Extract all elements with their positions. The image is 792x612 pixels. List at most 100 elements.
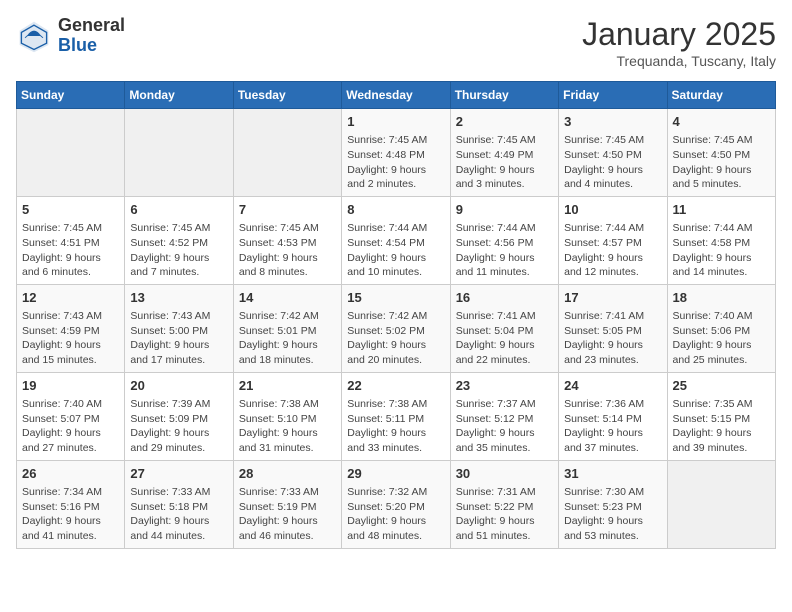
day-number: 5 [22, 201, 119, 219]
logo: General Blue [16, 16, 125, 56]
day-info: Sunrise: 7:43 AM Sunset: 4:59 PM Dayligh… [22, 309, 119, 368]
calendar-cell: 20Sunrise: 7:39 AM Sunset: 5:09 PM Dayli… [125, 372, 233, 460]
weekday-header-monday: Monday [125, 82, 233, 109]
title-block: January 2025 Trequanda, Tuscany, Italy [582, 16, 776, 69]
day-number: 23 [456, 377, 553, 395]
day-number: 28 [239, 465, 336, 483]
day-info: Sunrise: 7:45 AM Sunset: 4:53 PM Dayligh… [239, 221, 336, 280]
calendar-cell: 10 Sunrise: 7:44 AM Sunset: 4:57 PM Dayli… [559, 196, 667, 284]
day-number: 7 [239, 201, 336, 219]
location-subtitle: Trequanda, Tuscany, Italy [582, 53, 776, 69]
calendar-cell: 2 Sunrise: 7:45 AM Sunset: 4:49 PM Daylig… [450, 109, 558, 197]
day-info: Sunrise: 7:44 AM Sunset: 4:54 PM Dayligh… [347, 221, 444, 280]
day-info: Sunrise: 7:40 AM Sunset: 5:07 PM Dayligh… [22, 397, 119, 456]
day-info: Sunrise: 7:35 AM Sunset: 5:15 PM Dayligh… [673, 397, 770, 456]
day-info: Sunrise: 7:38 AM Sunset: 5:10 PM Dayligh… [239, 397, 336, 456]
weekday-header-thursday: Thursday [450, 82, 558, 109]
day-number: 15 [347, 289, 444, 307]
calendar-cell: 4Sunrise: 7:45 AM Sunset: 4:50 PM Daylig… [667, 109, 775, 197]
day-info: Sunrise: 7:45 AM Sunset: 4:49 PM Dayligh… [456, 133, 553, 192]
calendar-week-1: 1Sunrise: 7:45 AM Sunset: 4:48 PM Daylig… [17, 109, 776, 197]
calendar-cell: 28 Sunrise: 7:33 AM Sunset: 5:19 PM Dayli… [233, 460, 341, 548]
day-info: Sunrise: 7:30 AM Sunset: 5:23 PM Dayligh… [564, 485, 661, 544]
weekday-header-saturday: Saturday [667, 82, 775, 109]
calendar-cell: 6 Sunrise: 7:45 AM Sunset: 4:52 PM Daylig… [125, 196, 233, 284]
day-info: Sunrise: 7:45 AM Sunset: 4:52 PM Dayligh… [130, 221, 227, 280]
day-number: 6 [130, 201, 227, 219]
calendar-cell: 18 Sunrise: 7:40 AM Sunset: 5:06 PM Dayli… [667, 284, 775, 372]
calendar-week-5: 26 Sunrise: 7:34 AM Sunset: 5:16 PM Dayli… [17, 460, 776, 548]
day-info: Sunrise: 7:45 AM Sunset: 4:50 PM Dayligh… [564, 133, 661, 192]
day-info: Sunrise: 7:44 AM Sunset: 4:58 PM Dayligh… [673, 221, 770, 280]
day-info: Sunrise: 7:42 AM Sunset: 5:02 PM Dayligh… [347, 309, 444, 368]
calendar-cell: 7 Sunrise: 7:45 AM Sunset: 4:53 PM Daylig… [233, 196, 341, 284]
day-number: 12 [22, 289, 119, 307]
day-number: 13 [130, 289, 227, 307]
day-number: 8 [347, 201, 444, 219]
day-number: 24 [564, 377, 661, 395]
calendar-cell: 15 Sunrise: 7:42 AM Sunset: 5:02 PM Dayli… [342, 284, 450, 372]
calendar-cell [233, 109, 341, 197]
day-info: Sunrise: 7:38 AM Sunset: 5:11 PM Dayligh… [347, 397, 444, 456]
calendar-week-2: 5Sunrise: 7:45 AM Sunset: 4:51 PM Daylig… [17, 196, 776, 284]
day-number: 2 [456, 113, 553, 131]
day-number: 26 [22, 465, 119, 483]
day-info: Sunrise: 7:32 AM Sunset: 5:20 PM Dayligh… [347, 485, 444, 544]
calendar-cell: 22 Sunrise: 7:38 AM Sunset: 5:11 PM Dayli… [342, 372, 450, 460]
calendar-cell: 8 Sunrise: 7:44 AM Sunset: 4:54 PM Daylig… [342, 196, 450, 284]
day-number: 30 [456, 465, 553, 483]
calendar-cell: 12 Sunrise: 7:43 AM Sunset: 4:59 PM Dayli… [17, 284, 125, 372]
day-info: Sunrise: 7:40 AM Sunset: 5:06 PM Dayligh… [673, 309, 770, 368]
day-info: Sunrise: 7:44 AM Sunset: 4:56 PM Dayligh… [456, 221, 553, 280]
calendar-table: SundayMondayTuesdayWednesdayThursdayFrid… [16, 81, 776, 549]
calendar-cell: 11 Sunrise: 7:44 AM Sunset: 4:58 PM Dayli… [667, 196, 775, 284]
day-number: 25 [673, 377, 770, 395]
day-number: 3 [564, 113, 661, 131]
day-number: 27 [130, 465, 227, 483]
day-info: Sunrise: 7:34 AM Sunset: 5:16 PM Dayligh… [22, 485, 119, 544]
calendar-cell: 13Sunrise: 7:43 AM Sunset: 5:00 PM Dayli… [125, 284, 233, 372]
calendar-cell: 3 Sunrise: 7:45 AM Sunset: 4:50 PM Daylig… [559, 109, 667, 197]
calendar-cell: 24 Sunrise: 7:36 AM Sunset: 5:14 PM Dayli… [559, 372, 667, 460]
calendar-cell: 1Sunrise: 7:45 AM Sunset: 4:48 PM Daylig… [342, 109, 450, 197]
day-number: 21 [239, 377, 336, 395]
calendar-cell: 9Sunrise: 7:44 AM Sunset: 4:56 PM Daylig… [450, 196, 558, 284]
calendar-week-3: 12 Sunrise: 7:43 AM Sunset: 4:59 PM Dayli… [17, 284, 776, 372]
day-number: 17 [564, 289, 661, 307]
calendar-cell: 23Sunrise: 7:37 AM Sunset: 5:12 PM Dayli… [450, 372, 558, 460]
weekday-header-friday: Friday [559, 82, 667, 109]
calendar-week-4: 19Sunrise: 7:40 AM Sunset: 5:07 PM Dayli… [17, 372, 776, 460]
page-header: General Blue January 2025 Trequanda, Tus… [16, 16, 776, 69]
calendar-cell: 31 Sunrise: 7:30 AM Sunset: 5:23 PM Dayli… [559, 460, 667, 548]
day-info: Sunrise: 7:39 AM Sunset: 5:09 PM Dayligh… [130, 397, 227, 456]
day-number: 16 [456, 289, 553, 307]
day-info: Sunrise: 7:44 AM Sunset: 4:57 PM Dayligh… [564, 221, 661, 280]
logo-icon [16, 18, 52, 54]
day-number: 4 [673, 113, 770, 131]
calendar-cell: 26 Sunrise: 7:34 AM Sunset: 5:16 PM Dayli… [17, 460, 125, 548]
calendar-cell: 29 Sunrise: 7:32 AM Sunset: 5:20 PM Dayli… [342, 460, 450, 548]
day-number: 22 [347, 377, 444, 395]
logo-general-text: General [58, 15, 125, 35]
day-info: Sunrise: 7:31 AM Sunset: 5:22 PM Dayligh… [456, 485, 553, 544]
calendar-cell: 25 Sunrise: 7:35 AM Sunset: 5:15 PM Dayli… [667, 372, 775, 460]
calendar-cell: 16 Sunrise: 7:41 AM Sunset: 5:04 PM Dayli… [450, 284, 558, 372]
day-info: Sunrise: 7:41 AM Sunset: 5:05 PM Dayligh… [564, 309, 661, 368]
day-number: 10 [564, 201, 661, 219]
calendar-cell [667, 460, 775, 548]
day-number: 18 [673, 289, 770, 307]
day-number: 14 [239, 289, 336, 307]
weekday-header-tuesday: Tuesday [233, 82, 341, 109]
day-info: Sunrise: 7:33 AM Sunset: 5:19 PM Dayligh… [239, 485, 336, 544]
day-number: 11 [673, 201, 770, 219]
weekday-header-wednesday: Wednesday [342, 82, 450, 109]
calendar-cell [125, 109, 233, 197]
day-info: Sunrise: 7:33 AM Sunset: 5:18 PM Dayligh… [130, 485, 227, 544]
day-info: Sunrise: 7:41 AM Sunset: 5:04 PM Dayligh… [456, 309, 553, 368]
day-number: 29 [347, 465, 444, 483]
day-number: 31 [564, 465, 661, 483]
calendar-cell: 19Sunrise: 7:40 AM Sunset: 5:07 PM Dayli… [17, 372, 125, 460]
calendar-cell [17, 109, 125, 197]
day-info: Sunrise: 7:42 AM Sunset: 5:01 PM Dayligh… [239, 309, 336, 368]
day-info: Sunrise: 7:36 AM Sunset: 5:14 PM Dayligh… [564, 397, 661, 456]
